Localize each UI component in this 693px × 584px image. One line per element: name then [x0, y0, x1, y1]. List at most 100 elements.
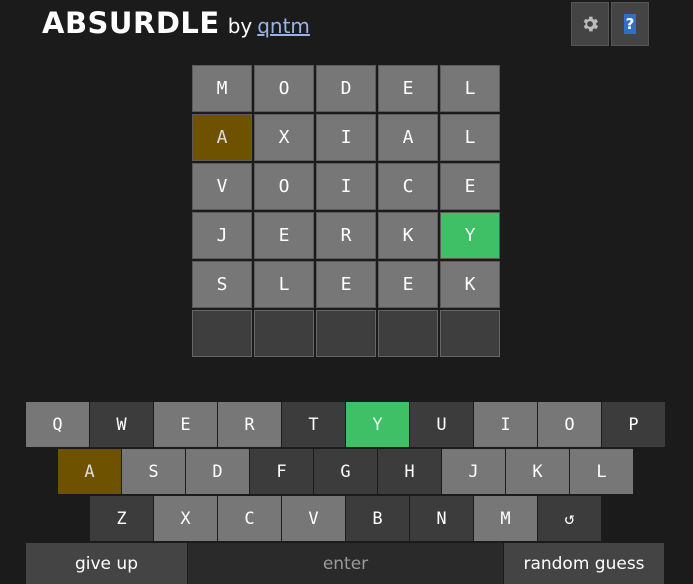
undo-button[interactable]: ↺: [538, 496, 601, 541]
key-label: Z: [116, 508, 127, 529]
letter-tile: I: [316, 114, 376, 161]
help-icon: ?: [623, 14, 637, 34]
key-f[interactable]: F: [250, 449, 313, 494]
key-t[interactable]: T: [282, 402, 345, 447]
letter-tile: L: [440, 114, 500, 161]
key-label: H: [404, 461, 415, 482]
key-label: T: [308, 414, 319, 435]
letter-tile: Y: [440, 212, 500, 259]
key-label: Q: [52, 414, 63, 435]
keyboard-row-3: Z X C V B N M ↺: [90, 496, 602, 541]
key-y[interactable]: Y: [346, 402, 409, 447]
key-label: C: [244, 508, 255, 529]
letter-tile: A: [192, 114, 252, 161]
letter-tile: J: [192, 212, 252, 259]
letter-tile: E: [378, 261, 438, 308]
empty-tile: [192, 310, 252, 357]
key-e[interactable]: E: [154, 402, 217, 447]
key-a[interactable]: A: [58, 449, 121, 494]
key-z[interactable]: Z: [90, 496, 153, 541]
key-w[interactable]: W: [90, 402, 153, 447]
key-j[interactable]: J: [442, 449, 505, 494]
action-row: give up enter random guess: [26, 543, 665, 584]
app-title: ABSURDLE: [42, 6, 220, 40]
guess-row: JERKY: [192, 212, 502, 259]
empty-tile: [440, 310, 500, 357]
key-o[interactable]: O: [538, 402, 601, 447]
key-s[interactable]: S: [122, 449, 185, 494]
guess-board: MODELAXIALVOICEJERKYSLEEK: [192, 65, 502, 359]
key-label: J: [468, 461, 479, 482]
key-b[interactable]: B: [346, 496, 409, 541]
key-label: R: [244, 414, 255, 435]
empty-tile: [316, 310, 376, 357]
key-label: F: [276, 461, 287, 482]
key-label: Y: [372, 414, 383, 435]
guess-row: VOICE: [192, 163, 502, 210]
keyboard-row-1: QWERTYUIOP: [26, 402, 666, 447]
letter-tile: A: [378, 114, 438, 161]
key-label: U: [436, 414, 447, 435]
letter-tile: C: [378, 163, 438, 210]
key-x[interactable]: X: [154, 496, 217, 541]
key-label: N: [436, 508, 447, 529]
key-r[interactable]: R: [218, 402, 281, 447]
letter-tile: E: [254, 212, 314, 259]
key-i[interactable]: I: [474, 402, 537, 447]
key-label: A: [84, 461, 95, 482]
random-guess-button[interactable]: random guess: [504, 543, 664, 584]
letter-tile: X: [254, 114, 314, 161]
author-link[interactable]: qntm: [257, 14, 310, 38]
key-m[interactable]: M: [474, 496, 537, 541]
letter-tile: O: [254, 65, 314, 112]
key-label: B: [372, 508, 383, 529]
guess-row: SLEEK: [192, 261, 502, 308]
key-c[interactable]: C: [218, 496, 281, 541]
guess-row: MODEL: [192, 65, 502, 112]
letter-tile: R: [316, 212, 376, 259]
key-label: D: [212, 461, 223, 482]
key-h[interactable]: H: [378, 449, 441, 494]
key-label: I: [500, 414, 511, 435]
help-button[interactable]: ?: [611, 2, 649, 46]
letter-tile: V: [192, 163, 252, 210]
key-q[interactable]: Q: [26, 402, 89, 447]
keyboard-row-2: ASDFGHJKL: [58, 449, 634, 494]
key-label: L: [596, 461, 607, 482]
letter-tile: D: [316, 65, 376, 112]
key-l[interactable]: L: [570, 449, 633, 494]
undo-icon: ↺: [564, 508, 575, 529]
letter-tile: L: [254, 261, 314, 308]
gear-icon: [583, 16, 599, 32]
key-label: V: [308, 508, 319, 529]
key-u[interactable]: U: [410, 402, 473, 447]
letter-tile: M: [192, 65, 252, 112]
enter-button[interactable]: enter: [188, 543, 503, 584]
by-text: by: [227, 14, 253, 38]
key-label: G: [340, 461, 351, 482]
key-label: K: [532, 461, 543, 482]
key-n[interactable]: N: [410, 496, 473, 541]
settings-button[interactable]: [571, 2, 609, 46]
key-label: W: [116, 414, 127, 435]
key-d[interactable]: D: [186, 449, 249, 494]
letter-tile: E: [316, 261, 376, 308]
key-g[interactable]: G: [314, 449, 377, 494]
key-k[interactable]: K: [506, 449, 569, 494]
letter-tile: K: [440, 261, 500, 308]
key-label: M: [500, 508, 511, 529]
letter-tile: E: [378, 65, 438, 112]
key-v[interactable]: V: [282, 496, 345, 541]
key-label: X: [180, 508, 191, 529]
app-header: ABSURDLE by qntm: [42, 6, 310, 46]
empty-tile: [378, 310, 438, 357]
letter-tile: E: [440, 163, 500, 210]
key-p[interactable]: P: [602, 402, 665, 447]
give-up-button[interactable]: give up: [26, 543, 187, 584]
key-label: O: [564, 414, 575, 435]
empty-tile: [254, 310, 314, 357]
letter-tile: K: [378, 212, 438, 259]
letter-tile: I: [316, 163, 376, 210]
letter-tile: L: [440, 65, 500, 112]
letter-tile: O: [254, 163, 314, 210]
